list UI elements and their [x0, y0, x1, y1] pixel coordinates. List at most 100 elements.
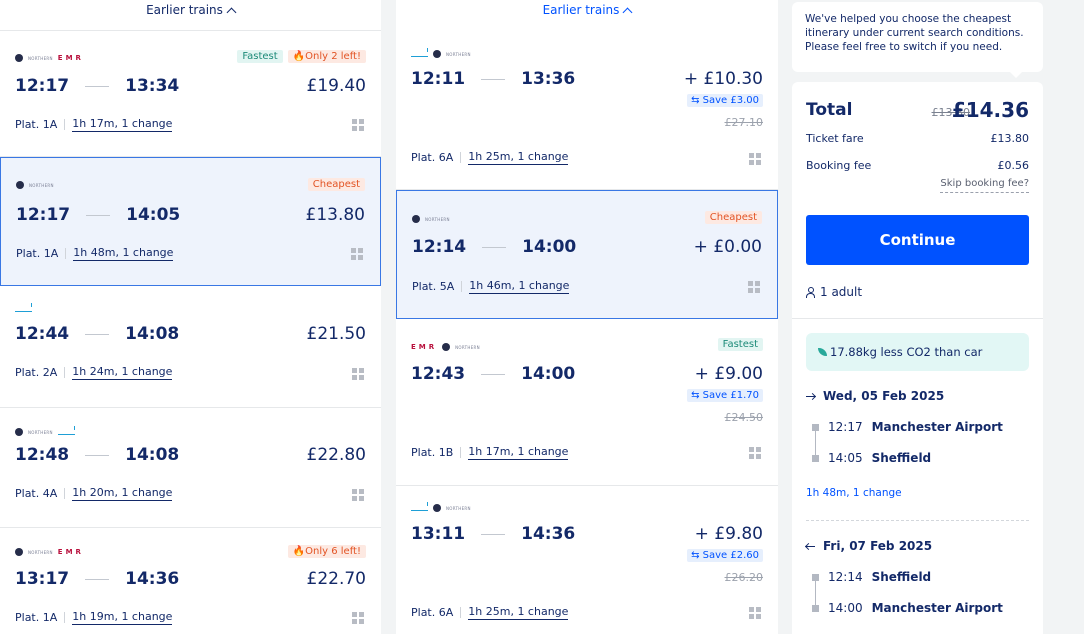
- qr-code-icon: [748, 281, 760, 293]
- outbound-duration-link[interactable]: 1h 48m, 1 change: [806, 487, 902, 499]
- departure-time: 12:48: [15, 445, 70, 465]
- train-option-card[interactable]: NORTHERN 12:11 13:36 + £10.30 ⇆ Save £3.0…: [396, 32, 778, 190]
- skip-booking-fee-link[interactable]: Skip booking fee?: [940, 178, 1029, 193]
- total-label: Total: [806, 100, 853, 120]
- operator-logos: NORTHERN: [411, 502, 471, 512]
- arrow-icon: [481, 533, 506, 535]
- journey-details-link[interactable]: 1h 24m, 1 change: [72, 365, 173, 380]
- operator-logos: NORTHERN EMR: [15, 54, 84, 62]
- northern-logo-icon: [433, 50, 441, 58]
- arrival-time: 14:08: [125, 324, 180, 344]
- earlier-trains-link[interactable]: Earlier trains: [396, 0, 778, 31]
- stop-marker-icon: [812, 605, 819, 612]
- emr-logo: EMR: [57, 548, 84, 556]
- fare-price: + £10.30: [683, 69, 763, 89]
- fare-price: £22.70: [306, 569, 366, 589]
- operator-logos: NORTHERN: [16, 181, 54, 189]
- fare-price: + £9.00: [694, 364, 763, 384]
- outbound-departure-stop: 12:17 Manchester Airport: [828, 420, 1003, 434]
- cheapest-itinerary-tooltip: We've helped you choose the cheapest iti…: [792, 2, 1043, 78]
- stop-marker-icon: [812, 424, 819, 431]
- journey-details-link[interactable]: 1h 19m, 1 change: [72, 610, 173, 625]
- journey-details-link[interactable]: 1h 46m, 1 change: [469, 279, 570, 294]
- platform-label: Plat. 6A: [411, 151, 454, 164]
- departure-time: 12:43: [411, 364, 466, 384]
- arrow-icon: [85, 85, 110, 87]
- saving-badge: ⇆ Save £3.00: [687, 94, 763, 107]
- outbound-results-column: Earlier trains NORTHERN EMR Fastest 🔥Onl…: [0, 0, 381, 634]
- train-option-card[interactable]: 12:44 14:08 £21.50 Plat. 2A 1h 24m, 1 chan…: [0, 286, 381, 408]
- qr-code-icon: [352, 368, 364, 380]
- qr-code-icon: [352, 612, 364, 624]
- earlier-trains-link[interactable]: Earlier trains: [0, 0, 381, 31]
- northern-logo-icon: [433, 504, 441, 512]
- arrow-icon: [482, 246, 507, 248]
- northern-logo-icon: [442, 343, 451, 351]
- platform-label: Plat. 1A: [16, 247, 59, 260]
- journey-details-link[interactable]: 1h 20m, 1 change: [72, 486, 173, 501]
- total-price: £14.36: [951, 98, 1029, 122]
- journey-details-link[interactable]: 1h 48m, 1 change: [73, 246, 174, 261]
- arrival-time: 13:36: [521, 69, 576, 89]
- arrow-left-icon: [806, 545, 815, 547]
- departure-time: 12:17: [16, 205, 71, 225]
- journey-details-link[interactable]: 1h 17m, 1 change: [72, 117, 173, 132]
- operator-logos: NORTHERN: [15, 426, 75, 436]
- arrow-icon: [86, 214, 111, 216]
- original-price: £27.10: [724, 116, 764, 129]
- platform-label: Plat. 2A: [15, 366, 58, 379]
- train-option-card[interactable]: NORTHERN EMR Fastest 🔥Only 2 left! 12:17…: [0, 32, 381, 157]
- fare-price: + £0.00: [693, 237, 762, 257]
- train-option-card-selected[interactable]: NORTHERN Cheapest 12:17 14:05 £13.80 Plat…: [0, 157, 381, 286]
- cheapest-badge: Cheapest: [704, 211, 762, 224]
- arrival-time: 14:36: [125, 569, 180, 589]
- seats-left-badge: 🔥Only 6 left!: [287, 545, 366, 558]
- cheapest-badge: Cheapest: [307, 178, 365, 191]
- arrival-time: 14:00: [522, 237, 577, 257]
- journey-details-link[interactable]: 1h 25m, 1 change: [468, 150, 569, 165]
- arrival-time: 14:36: [521, 524, 576, 544]
- northern-logo-icon: [15, 548, 23, 556]
- booking-summary-panel: Total £13.80 £14.36 Ticket fare £13.80 Bo…: [792, 82, 1043, 634]
- operator-logos: NORTHERN: [412, 215, 450, 223]
- stop-marker-icon: [812, 574, 819, 581]
- saving-badge: ⇆ Save £1.70: [687, 389, 763, 402]
- journey-details-link[interactable]: 1h 17m, 1 change: [468, 445, 569, 460]
- return-departure-stop: 12:14 Sheffield: [828, 570, 932, 584]
- platform-label: Plat. 1A: [15, 611, 58, 624]
- passenger-count[interactable]: 1 adult: [806, 285, 862, 299]
- train-option-card[interactable]: NORTHERN 13:11 14:36 + £9.80 ⇆ Save £2.60…: [396, 486, 778, 634]
- emr-logo: EMR: [57, 54, 84, 62]
- departure-time: 12:11: [411, 69, 466, 89]
- operator-logos: EMR NORTHERN: [411, 343, 480, 351]
- northern-logo-icon: [412, 215, 420, 223]
- arrival-time: 14:05: [126, 205, 181, 225]
- train-option-card[interactable]: EMR NORTHERN Fastest 12:43 14:00 + £9.00 …: [396, 319, 778, 486]
- platform-label: Plat. 5A: [412, 280, 455, 293]
- train-option-card[interactable]: NORTHERN EMR 🔥Only 6 left! 13:17 14:36 £2…: [0, 528, 381, 634]
- arrow-icon: [85, 454, 110, 456]
- original-price: £24.50: [724, 411, 764, 424]
- qr-code-icon: [352, 489, 364, 501]
- departure-time: 13:11: [411, 524, 466, 544]
- transpennine-logo-icon: [15, 303, 32, 312]
- train-option-card[interactable]: NORTHERN 12:48 14:08 £22.80 Plat. 4A 1h 20…: [0, 408, 381, 528]
- return-arrival-stop: 14:00 Manchester Airport: [828, 601, 1003, 615]
- arrow-icon: [85, 333, 110, 335]
- chevron-up-icon: [622, 7, 633, 18]
- fastest-badge: Fastest: [717, 338, 763, 351]
- return-date: Fri, 07 Feb 2025: [806, 539, 932, 553]
- operator-logos: [15, 303, 32, 312]
- original-price: £26.20: [724, 571, 764, 584]
- train-option-card-selected[interactable]: NORTHERN Cheapest 12:14 14:00 + £0.00 Pla…: [396, 190, 778, 319]
- departure-time: 13:17: [15, 569, 70, 589]
- departure-time: 12:44: [15, 324, 70, 344]
- outbound-date: Wed, 05 Feb 2025: [806, 389, 944, 403]
- departure-time: 12:14: [412, 237, 467, 257]
- transpennine-logo-icon: [411, 502, 428, 511]
- qr-code-icon: [749, 607, 761, 619]
- qr-code-icon: [351, 248, 363, 260]
- arrival-time: 14:08: [125, 445, 180, 465]
- journey-details-link[interactable]: 1h 25m, 1 change: [468, 605, 569, 620]
- continue-button[interactable]: Continue: [806, 215, 1029, 265]
